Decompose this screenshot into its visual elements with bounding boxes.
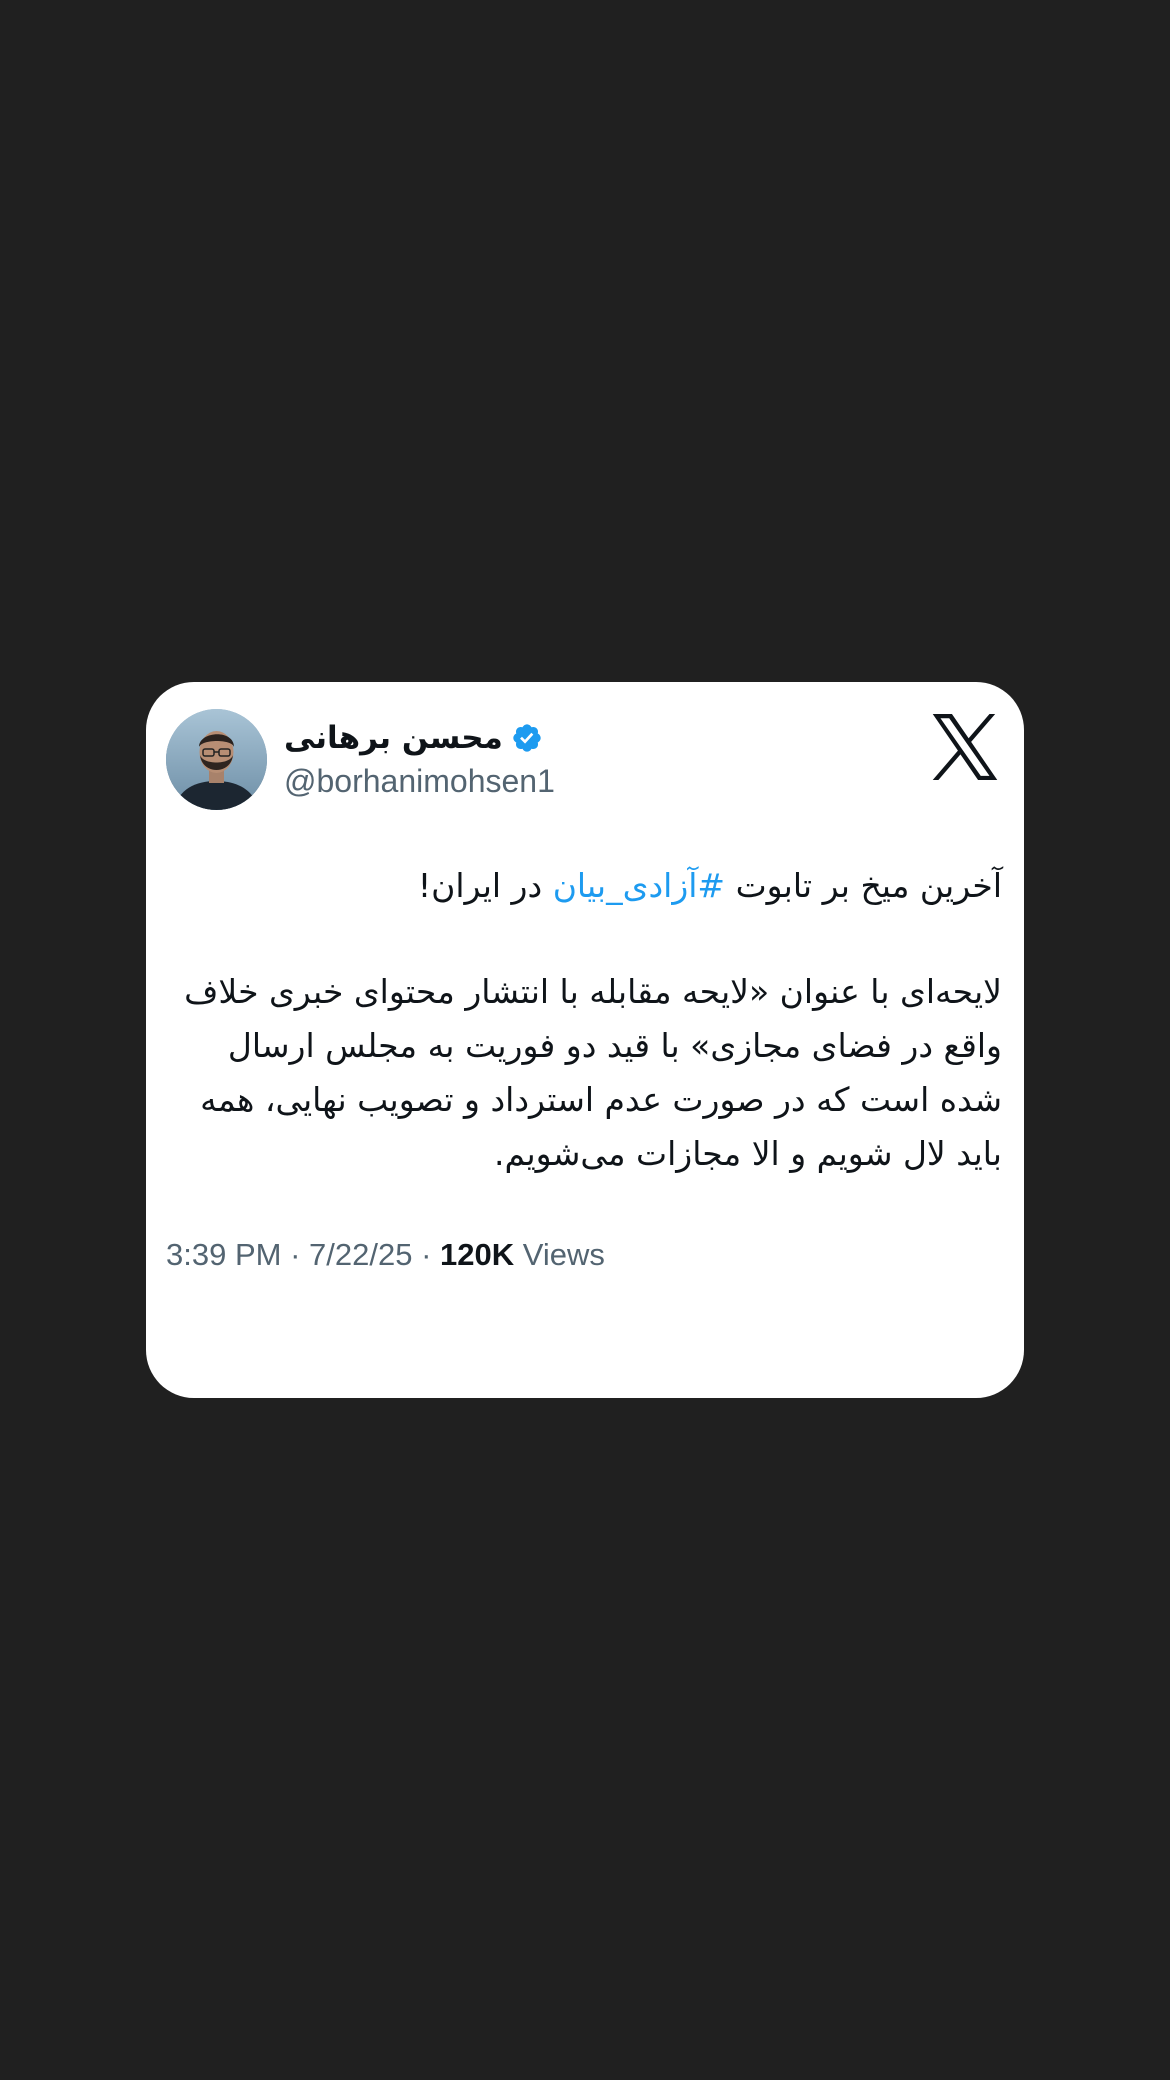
views-label: Views <box>522 1237 605 1272</box>
views-count: 120K <box>440 1237 515 1272</box>
tweet-meta: 3:39 PM · 7/22/25 · 120K Views <box>166 1234 605 1276</box>
meta-separator: · <box>290 1237 301 1272</box>
verified-badge-icon <box>513 724 541 752</box>
avatar-portrait <box>166 709 267 810</box>
author-handle[interactable]: @borhanimohsen1 <box>284 760 555 802</box>
x-logo-icon[interactable] <box>930 714 1000 780</box>
tweet-text-end: در ایران! <box>417 866 553 905</box>
avatar[interactable] <box>166 709 267 810</box>
author-name[interactable]: محسن برهانی <box>284 716 503 760</box>
tweet-text: آخرین میخ بر تابوت #آزادی_بیان در ایران!… <box>170 859 1002 1181</box>
hashtag-link[interactable]: #آزادی_بیان <box>553 866 725 905</box>
tweet-date[interactable]: 7/22/25 <box>309 1237 412 1272</box>
tweet-line-1: آخرین میخ بر تابوت #آزادی_بیان در ایران! <box>170 859 1002 913</box>
meta-separator: · <box>421 1237 432 1272</box>
author-row: محسن برهانی <box>284 716 543 760</box>
tweet-card: محسن برهانی @borhanimohsen1 آخرین میخ بر… <box>146 682 1024 1398</box>
tweet-paragraph-2: لایحه‌ای با عنوان «لایحه مقابله با انتشا… <box>184 972 1002 1173</box>
tweet-text-start: آخرین میخ بر تابوت <box>725 866 1002 905</box>
tweet-time[interactable]: 3:39 PM <box>166 1237 281 1272</box>
